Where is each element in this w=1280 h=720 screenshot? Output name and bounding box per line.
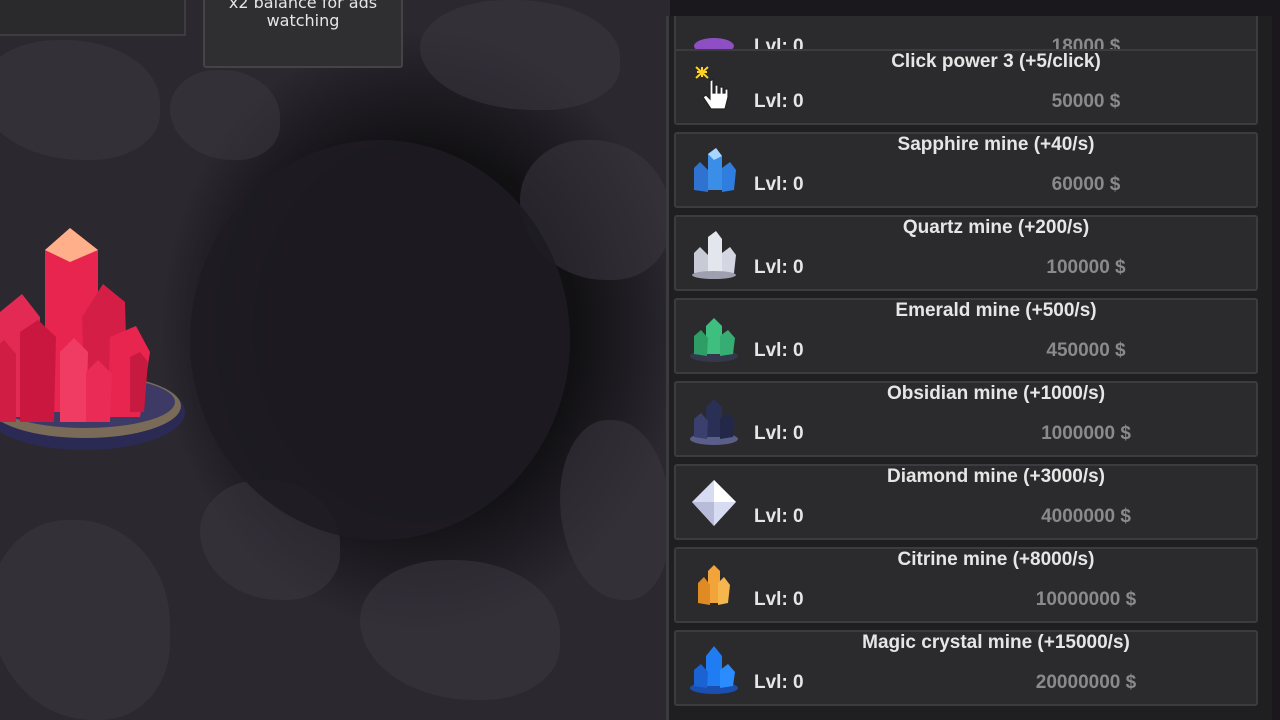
- shop-item-sapphire-mine[interactable]: Sapphire mine (+40/s) Lvl: 0 60000 $: [674, 132, 1258, 208]
- item-title: Click power 3 (+5/click): [891, 51, 1101, 72]
- shop-item-click-power-3[interactable]: Click power 3 (+5/click) Lvl: 0 50000 $: [674, 49, 1258, 125]
- item-level: Lvl: 0: [754, 91, 804, 112]
- item-level: Lvl: 0: [754, 423, 804, 444]
- item-title: Quartz mine (+200/s): [902, 217, 1090, 238]
- item-price: 450000 $: [1046, 340, 1126, 361]
- shop-item-magic-crystal-mine[interactable]: Magic crystal mine (+15000/s) Lvl: 0 200…: [674, 630, 1258, 706]
- item-price: 1000000 $: [1041, 423, 1131, 444]
- item-price: 100000 $: [1046, 257, 1126, 278]
- shop-item-diamond-mine[interactable]: Diamond mine (+3000/s) Lvl: 0 4000000 $: [674, 464, 1258, 540]
- item-title: Obsidian mine (+1000/s): [886, 383, 1106, 404]
- ads-button-label: x2 balance for ads watching: [228, 0, 378, 30]
- diamond-icon: [692, 480, 736, 526]
- item-title: Magic crystal mine (+15000/s): [862, 632, 1130, 653]
- item-level: Lvl: 0: [754, 589, 804, 610]
- ruby-crystal-clicker[interactable]: [0, 222, 190, 462]
- sapphire-icon: [694, 148, 736, 192]
- item-price: 60000 $: [1051, 174, 1121, 195]
- item-level: Lvl: 0: [754, 672, 804, 693]
- shop-item-quartz-mine[interactable]: Quartz mine (+200/s) Lvl: 0 100000 $: [674, 215, 1258, 291]
- magic-crystal-icon: [690, 646, 738, 694]
- obsidian-icon: [690, 399, 738, 445]
- item-price: 20000000 $: [1035, 672, 1137, 693]
- quartz-icon: [692, 231, 736, 279]
- shop-item-obsidian-mine[interactable]: Obsidian mine (+1000/s) Lvl: 0 1000000 $: [674, 381, 1258, 457]
- item-title: Diamond mine (+3000/s): [886, 466, 1106, 487]
- item-level: Lvl: 0: [754, 174, 804, 195]
- shop-item-citrine-mine[interactable]: Citrine mine (+8000/s) Lvl: 0 10000000 $: [674, 547, 1258, 623]
- shop-panel: Lvl: 0 18000 $ Click power 3 (+5/click) …: [666, 16, 1272, 720]
- item-title: Citrine mine (+8000/s): [897, 549, 1095, 570]
- item-level: Lvl: 0: [754, 506, 804, 527]
- item-level: Lvl: 0: [754, 257, 804, 278]
- item-price: 10000000 $: [1035, 589, 1137, 610]
- item-title: Emerald mine (+500/s): [895, 300, 1097, 321]
- x2-balance-ads-button[interactable]: x2 balance for ads watching: [203, 0, 403, 68]
- shop-item-emerald-mine[interactable]: Emerald mine (+500/s) Lvl: 0 450000 $: [674, 298, 1258, 374]
- item-level: Lvl: 0: [754, 340, 804, 361]
- item-price: 50000 $: [1051, 91, 1121, 112]
- hand-cursor-icon: [695, 66, 729, 110]
- item-price: 4000000 $: [1041, 506, 1131, 527]
- item-title: Sapphire mine (+40/s): [897, 134, 1095, 155]
- balance-bar: [0, 0, 186, 36]
- citrine-icon: [698, 565, 730, 605]
- emerald-icon: [690, 318, 738, 362]
